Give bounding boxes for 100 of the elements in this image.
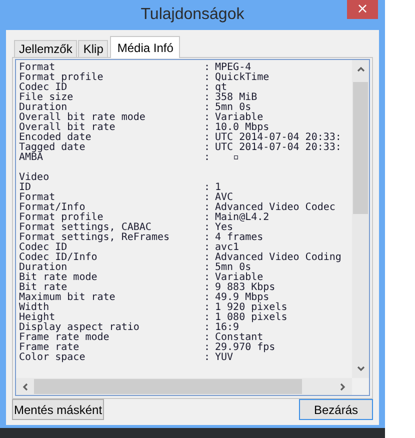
separator-colon: :	[204, 123, 212, 133]
property-value: 358 MiB	[215, 93, 258, 103]
horizontal-scrollbar[interactable]	[16, 378, 352, 395]
property-value: 1 920 pixels	[215, 303, 288, 313]
separator-colon: :	[204, 283, 212, 293]
separator-colon: :	[204, 83, 212, 93]
scroll-thumb[interactable]	[353, 82, 368, 214]
separator-colon: :	[204, 263, 212, 273]
property-label: Display aspect ratio	[19, 323, 140, 333]
property-label: Tagged date	[19, 143, 86, 153]
chevron-right-icon[interactable]	[338, 382, 348, 392]
separator-colon: :	[204, 73, 212, 83]
property-value: 49.9 Mbps	[215, 293, 270, 303]
property-value: 1 080 pixels	[215, 313, 288, 323]
property-value: Advanced Video Codec	[215, 203, 336, 213]
property-label: Format settings, CABAC	[19, 223, 152, 233]
save-as-button[interactable]: Mentés másként	[12, 399, 104, 420]
property-value: 4 frames	[215, 233, 264, 243]
separator-colon: :	[204, 253, 212, 263]
property-label: File size	[19, 93, 74, 103]
property-label: Height	[19, 313, 56, 323]
scroll-thumb[interactable]	[34, 379, 302, 394]
property-value: 10.0 Mbps	[215, 123, 270, 133]
close-dialog-button[interactable]: Bezárás	[299, 399, 373, 420]
separator-colon: :	[204, 233, 212, 243]
chevron-left-icon[interactable]	[20, 382, 30, 392]
property-value: qt	[215, 83, 228, 93]
separator-colon: :	[204, 353, 212, 363]
separator-colon: :	[204, 223, 212, 233]
property-value: QuickTime	[215, 73, 270, 83]
property-label: AMBA	[19, 153, 44, 163]
separator-colon: :	[204, 103, 212, 113]
property-label: Format profile	[19, 73, 104, 83]
separator-colon: :	[204, 293, 212, 303]
property-label: Frame rate	[19, 343, 80, 353]
property-value: Main@L4.2	[215, 213, 270, 223]
property-value: ▫	[232, 153, 240, 163]
property-label: Color space	[19, 353, 86, 363]
property-label: Overall bit rate mode	[19, 113, 146, 123]
separator-colon: :	[204, 243, 212, 253]
separator-colon: :	[204, 153, 212, 163]
close-button[interactable]: ×	[347, 0, 378, 19]
property-value: Advanced Video Coding	[215, 253, 342, 263]
property-label: Codec ID	[19, 243, 68, 253]
property-value: avc1	[215, 243, 240, 253]
property-label: Maximum bit rate	[19, 293, 116, 303]
vertical-scrollbar[interactable]	[352, 60, 369, 378]
property-value: AVC	[215, 193, 234, 203]
separator-colon: :	[204, 313, 212, 323]
separator-colon: :	[204, 143, 212, 153]
property-label: Duration	[19, 263, 68, 273]
separator-colon: :	[204, 323, 212, 333]
property-value: Variable	[215, 113, 264, 123]
separator-colon: :	[204, 113, 212, 123]
tab[interactable]: Jellemzők	[14, 40, 78, 57]
separator-colon: :	[204, 303, 212, 313]
property-value: MPEG-4	[215, 63, 252, 73]
property-label: Encoded date	[19, 133, 92, 143]
separator-colon: :	[204, 193, 212, 203]
property-value: 5mn 0s	[215, 263, 252, 273]
property-label: Width	[19, 303, 50, 313]
property-value: 5mn 0s	[215, 103, 252, 113]
tab[interactable]: Média Infó	[110, 36, 180, 58]
property-value: Yes	[215, 223, 234, 233]
property-label: Bit rate	[19, 283, 68, 293]
separator-colon: :	[204, 273, 212, 283]
section-heading: Video	[19, 173, 50, 183]
separator-colon: :	[204, 333, 212, 343]
separator-colon: :	[204, 63, 212, 73]
chevron-down-icon[interactable]	[356, 364, 366, 374]
property-value: Variable	[215, 273, 264, 283]
tab[interactable]: Klip	[78, 40, 108, 57]
property-value: 1	[215, 183, 222, 193]
property-label: Format profile	[19, 213, 104, 223]
property-value: 29.970 fps	[215, 343, 276, 353]
separator-colon: :	[204, 93, 212, 103]
window-title: Tulajdonságok	[140, 6, 244, 24]
property-label: Format settings, ReFrames	[19, 233, 171, 243]
separator-colon: :	[204, 343, 212, 353]
property-value: YUV	[215, 353, 234, 363]
property-label: Duration	[19, 103, 68, 113]
property-label: Format/Info	[19, 203, 86, 213]
property-value: 9 883 Kbps	[215, 283, 276, 293]
property-label: Format	[19, 193, 56, 203]
separator-colon: :	[204, 203, 212, 213]
property-label: Codec ID/Info	[19, 253, 98, 263]
property-value: UTC 2014-07-04 20:33:	[215, 133, 342, 143]
separator-colon: :	[204, 183, 212, 193]
property-label: Bit rate mode	[19, 273, 98, 283]
property-label: ID	[19, 183, 32, 193]
separator-colon: :	[204, 213, 212, 223]
property-value: 16:9	[215, 323, 240, 333]
property-label: Overall bit rate	[19, 123, 116, 133]
chevron-up-icon[interactable]	[356, 64, 366, 74]
separator-colon: :	[204, 133, 212, 143]
property-label: Format	[19, 63, 56, 73]
property-label: Codec ID	[19, 83, 68, 93]
property-value: Constant	[215, 333, 264, 343]
property-label: Frame rate mode	[19, 333, 110, 343]
property-value: UTC 2014-07-04 20:33:	[215, 143, 342, 153]
